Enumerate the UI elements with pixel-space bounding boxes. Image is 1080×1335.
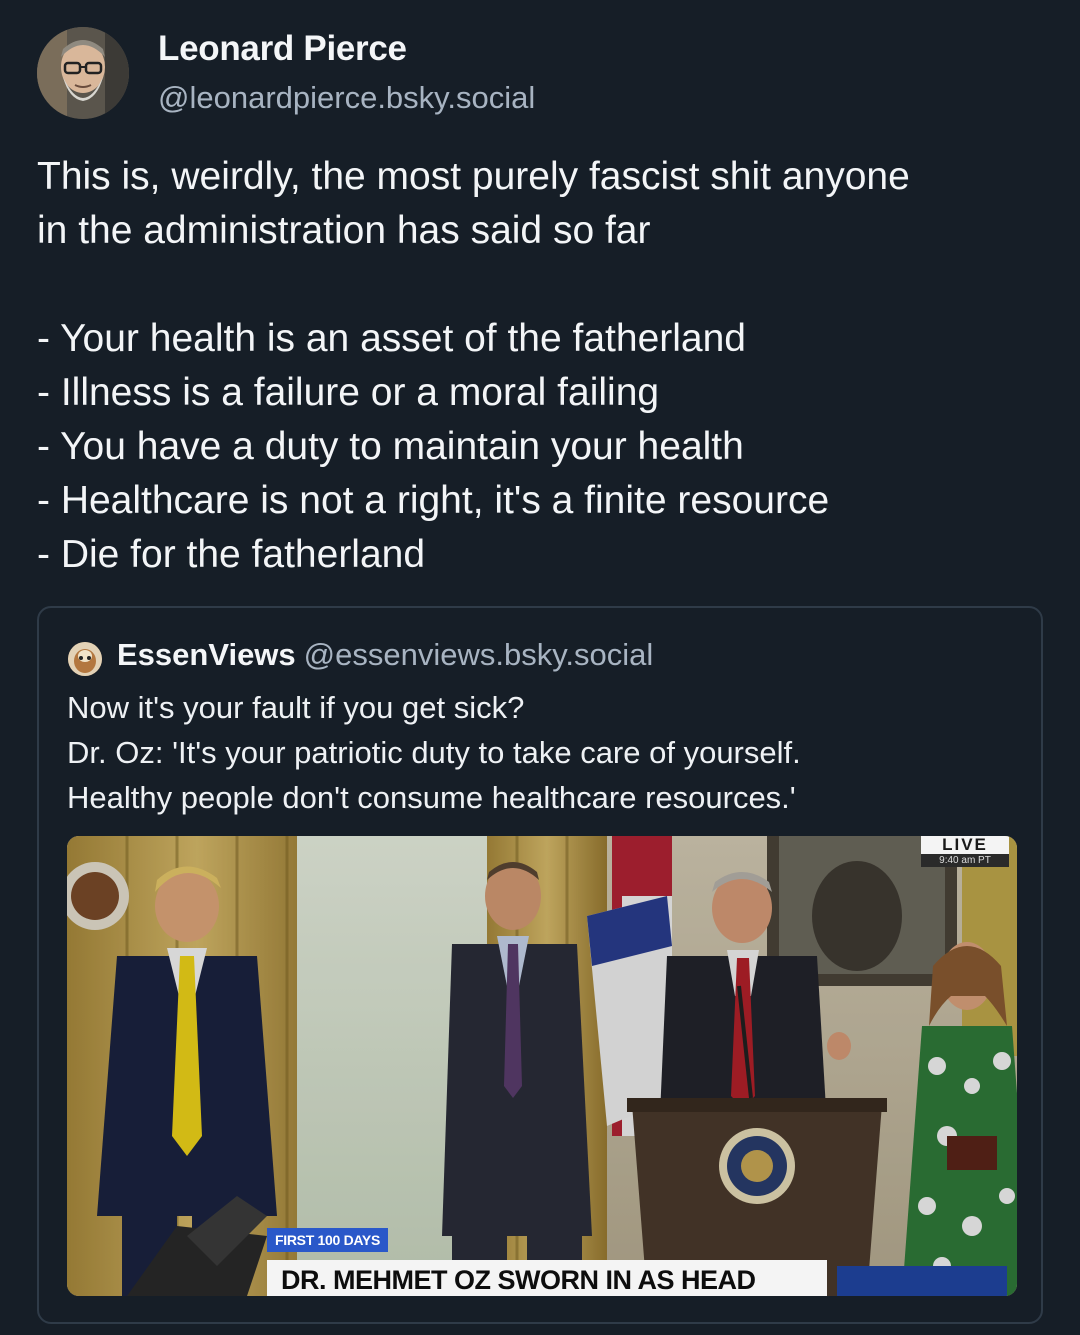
quoted-post-body: Now it's your fault if you get sick? Dr.… xyxy=(67,685,1017,820)
live-label: LIVE xyxy=(921,836,1009,854)
quoted-post-line: Healthy people don't consume healthcare … xyxy=(67,780,796,815)
network-logo xyxy=(837,1266,1007,1296)
quoted-author-avatar[interactable] xyxy=(68,642,102,676)
post-list-item: - You have a duty to maintain your healt… xyxy=(37,425,744,468)
post-card: Leonard Pierce @leonardpierce.bsky.socia… xyxy=(0,0,1080,1335)
post-list-item: - Die for the fatherland xyxy=(37,533,426,576)
author-avatar-image xyxy=(37,27,129,119)
quoted-post-line: Now it's your fault if you get sick? xyxy=(67,690,525,725)
author-avatar[interactable] xyxy=(37,27,129,119)
quoted-post-video-thumbnail[interactable]: LIVE 9:40 am PT FIRST 100 DAYS DR. MEHME… xyxy=(67,836,1017,1296)
live-badge: LIVE 9:40 am PT xyxy=(921,836,1009,867)
author-name[interactable]: Leonard Pierce xyxy=(158,29,407,69)
quoted-post[interactable]: EssenViews @essenviews.bsky.social Now it… xyxy=(37,606,1043,1324)
quoted-author-avatar-image xyxy=(68,642,102,676)
quoted-post-line: Dr. Oz: 'It's your patriotic duty to tak… xyxy=(67,735,801,770)
post-list-item: - Illness is a failure or a moral failin… xyxy=(37,371,660,414)
post-list-item: - Your health is an asset of the fatherl… xyxy=(37,317,746,360)
post-body: This is, weirdly, the most purely fascis… xyxy=(37,150,1047,582)
chyron-tag: FIRST 100 DAYS xyxy=(267,1228,388,1252)
post-list-item: - Healthcare is not a right, it's a fini… xyxy=(37,479,830,522)
live-time: 9:40 am PT xyxy=(921,854,1009,867)
post-blank-line xyxy=(37,258,1047,312)
quoted-post-header: EssenViews @essenviews.bsky.social xyxy=(117,637,653,673)
author-handle[interactable]: @leonardpierce.bsky.social xyxy=(158,80,535,116)
post-line: in the administration has said so far xyxy=(37,209,651,252)
chyron-headline: DR. MEHMET OZ SWORN IN AS HEAD xyxy=(267,1260,827,1296)
post-line: This is, weirdly, the most purely fascis… xyxy=(37,155,910,198)
news-broadcast-still xyxy=(67,836,1017,1296)
quoted-author-name[interactable]: EssenViews xyxy=(117,637,296,672)
quoted-author-handle[interactable]: @essenviews.bsky.social xyxy=(304,637,654,672)
